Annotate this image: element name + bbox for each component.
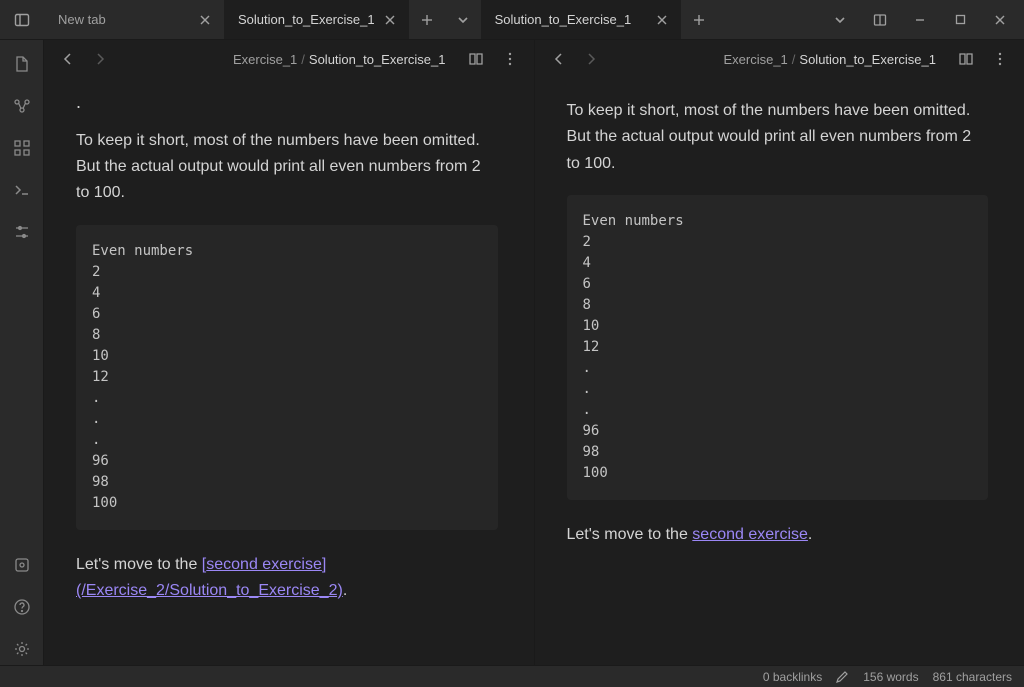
window-controls <box>816 0 1024 39</box>
internal-link[interactable]: second exercise <box>692 526 808 543</box>
activity-bar <box>0 40 44 665</box>
pane-header: Exercise_1 / Solution_to_Exercise_1 <box>535 40 1024 78</box>
markdown-link-label[interactable]: second exercise <box>206 556 322 573</box>
breadcrumb-separator: / <box>792 52 796 67</box>
vault-icon[interactable] <box>6 549 38 581</box>
editor-content-preview[interactable]: To keep it short, most of the numbers ha… <box>535 78 1024 665</box>
maximize-button[interactable] <box>942 6 978 34</box>
tab-overflow-chevron-icon[interactable] <box>445 0 481 39</box>
paragraph: To keep it short, most of the numbers ha… <box>76 128 498 207</box>
tab-label: Solution_to_Exercise_1 <box>238 12 375 27</box>
status-char-count[interactable]: 861 characters <box>933 670 1012 684</box>
reading-mode-icon[interactable] <box>954 47 978 71</box>
new-tab-button-right[interactable] <box>681 0 717 39</box>
code-block: Even numbers 2 4 6 8 10 12 . . . 96 98 1… <box>567 195 989 500</box>
nav-back-icon[interactable] <box>547 47 571 71</box>
markdown-link-bracket: ] <box>322 556 326 573</box>
breadcrumb[interactable]: Exercise_1 / Solution_to_Exercise_1 <box>611 52 937 67</box>
nav-forward-icon[interactable] <box>88 47 112 71</box>
breadcrumb-parent[interactable]: Exercise_1 <box>233 52 297 67</box>
editor-content-source[interactable]: . To keep it short, most of the numbers … <box>44 78 534 665</box>
pane-right: Exercise_1 / Solution_to_Exercise_1 To k… <box>535 40 1024 665</box>
nav-forward-icon[interactable] <box>579 47 603 71</box>
paragraph: To keep it short, most of the numbers ha… <box>567 98 989 177</box>
markdown-link-url[interactable]: (/Exercise_2/Solution_to_Exercise_2) <box>76 582 343 599</box>
chevron-down-icon[interactable] <box>822 6 858 34</box>
help-icon[interactable] <box>6 591 38 623</box>
paragraph-with-link: Let's move to the [second exercise](/Exe… <box>76 552 498 605</box>
terminal-icon[interactable] <box>6 174 38 206</box>
sidebar-toggle-icon[interactable] <box>0 0 44 39</box>
main-area: Exercise_1 / Solution_to_Exercise_1 . To… <box>0 40 1024 665</box>
status-word-count[interactable]: 156 words <box>863 670 918 684</box>
tab-label: Solution_to_Exercise_1 <box>495 12 647 27</box>
graph-icon[interactable] <box>6 90 38 122</box>
tabs-right-group: Solution_to_Exercise_1 <box>481 0 717 39</box>
text-prefix: Let's move to the <box>76 556 202 573</box>
more-options-icon[interactable] <box>988 47 1012 71</box>
breadcrumb-current[interactable]: Solution_to_Exercise_1 <box>309 52 446 67</box>
close-icon[interactable] <box>653 11 671 29</box>
status-backlinks[interactable]: 0 backlinks <box>763 670 822 684</box>
nav-back-icon[interactable] <box>56 47 80 71</box>
file-icon[interactable] <box>6 48 38 80</box>
paragraph-with-link: Let's move to the second exercise. <box>567 522 989 548</box>
tab-label: New tab <box>58 12 190 27</box>
text-prefix: Let's move to the <box>567 526 693 543</box>
grid-icon[interactable] <box>6 132 38 164</box>
slider-icon[interactable] <box>6 216 38 248</box>
code-block: Even numbers 2 4 6 8 10 12 . . . 96 98 1… <box>76 225 498 530</box>
settings-icon[interactable] <box>6 633 38 665</box>
status-bar: 0 backlinks 156 words 861 characters <box>0 665 1024 687</box>
text-period: . <box>808 526 812 543</box>
tabs-left-group: New tab Solution_to_Exercise_1 <box>44 0 481 39</box>
breadcrumb[interactable]: Exercise_1 / Solution_to_Exercise_1 <box>120 52 446 67</box>
pencil-icon[interactable] <box>836 670 849 683</box>
close-window-button[interactable] <box>982 6 1018 34</box>
title-bar: New tab Solution_to_Exercise_1 Solution_… <box>0 0 1024 40</box>
pane-header: Exercise_1 / Solution_to_Exercise_1 <box>44 40 534 78</box>
new-tab-button[interactable] <box>409 0 445 39</box>
tab-solution-exercise-1[interactable]: Solution_to_Exercise_1 <box>224 0 409 39</box>
text-period: . <box>343 582 347 599</box>
editor-panes: Exercise_1 / Solution_to_Exercise_1 . To… <box>44 40 1024 665</box>
breadcrumb-parent[interactable]: Exercise_1 <box>723 52 787 67</box>
close-icon[interactable] <box>381 11 399 29</box>
breadcrumb-current[interactable]: Solution_to_Exercise_1 <box>799 52 936 67</box>
close-icon[interactable] <box>196 11 214 29</box>
more-options-icon[interactable] <box>498 47 522 71</box>
tab-solution-exercise-1-right[interactable]: Solution_to_Exercise_1 <box>481 0 681 39</box>
partial-content-indicator: . <box>76 88 498 118</box>
reading-mode-icon[interactable] <box>464 47 488 71</box>
tab-new-tab[interactable]: New tab <box>44 0 224 39</box>
panel-layout-icon[interactable] <box>862 6 898 34</box>
breadcrumb-separator: / <box>301 52 305 67</box>
minimize-button[interactable] <box>902 6 938 34</box>
pane-left: Exercise_1 / Solution_to_Exercise_1 . To… <box>44 40 535 665</box>
